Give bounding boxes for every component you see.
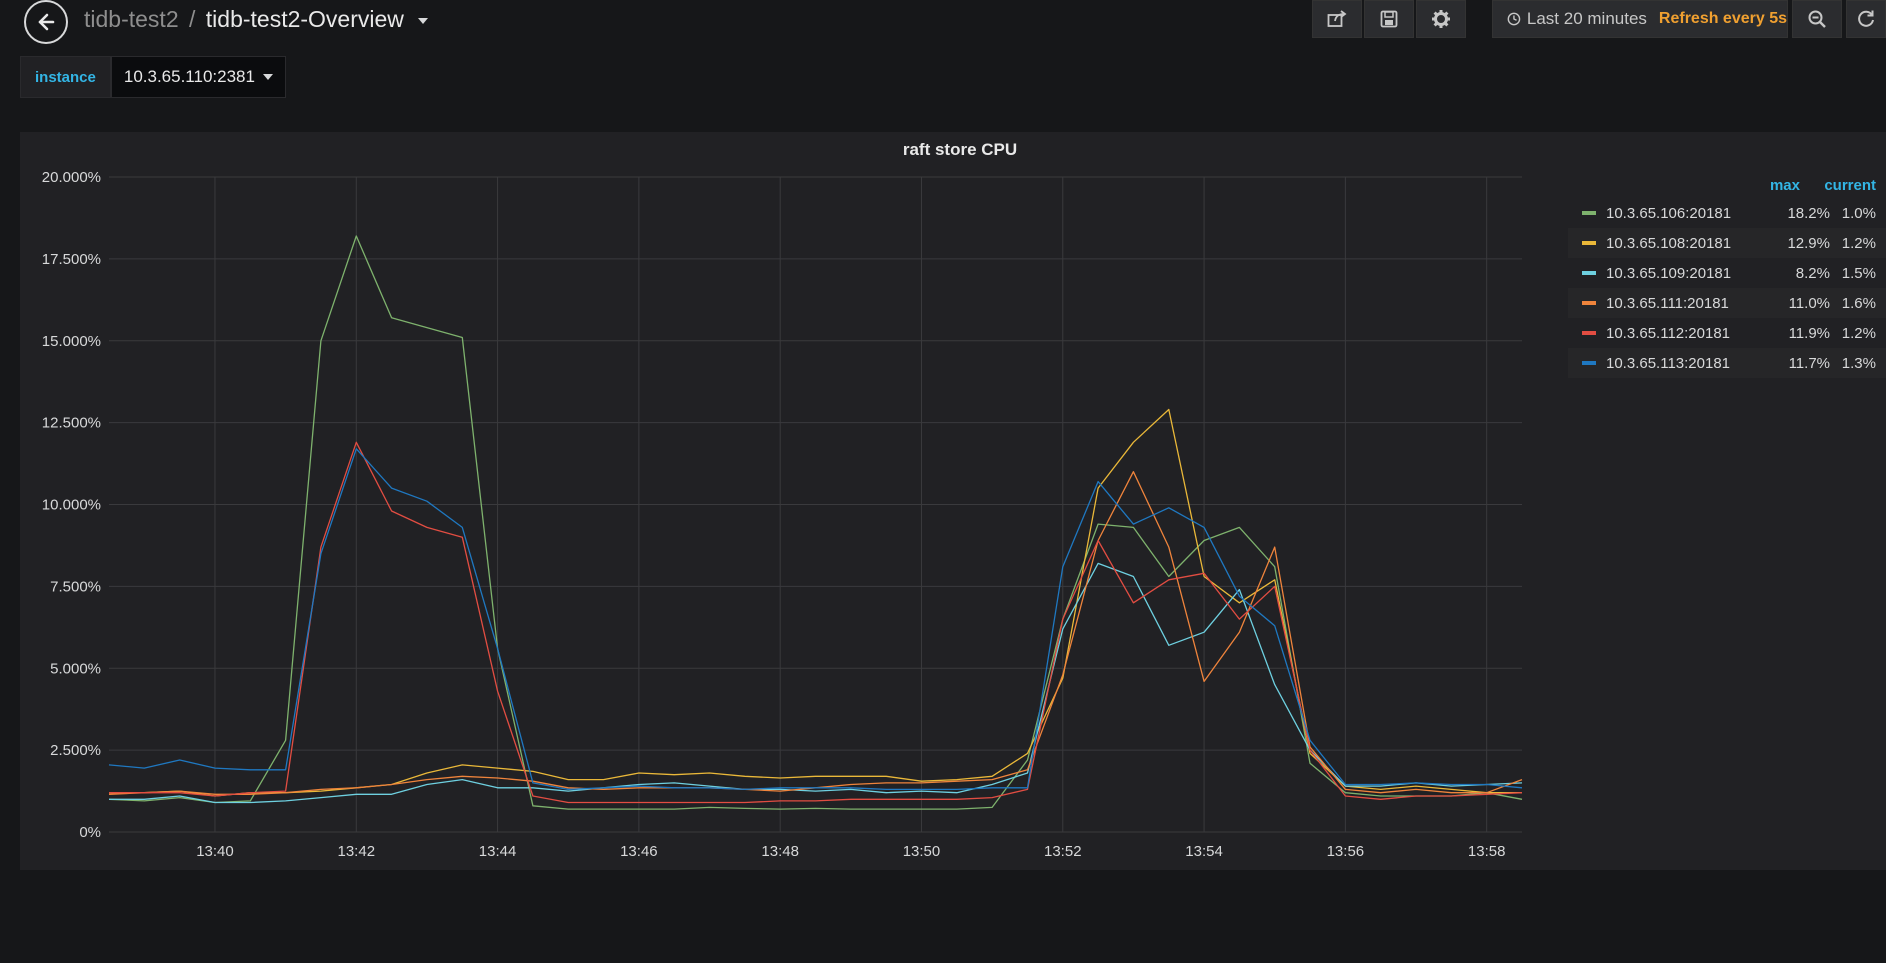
legend-swatch[interactable]	[1582, 361, 1596, 365]
legend-item[interactable]: 10.3.65.113:20181 11.7% 1.3%	[1568, 348, 1886, 378]
instance-variable-select[interactable]: 10.3.65.110:2381	[110, 56, 286, 98]
save-icon	[1380, 10, 1398, 28]
legend-swatch[interactable]	[1582, 301, 1596, 305]
y-tick-label: 2.500%	[50, 742, 101, 759]
series-line-3[interactable]	[108, 471, 1523, 795]
y-tick-label: 12.500%	[42, 415, 101, 432]
time-picker[interactable]: Last 20 minutes Refresh every 5s	[1492, 0, 1788, 38]
y-tick-label: 15.000%	[42, 333, 101, 350]
y-tick-label: 7.500%	[50, 578, 101, 595]
x-tick-label: 13:48	[761, 843, 799, 860]
legend-col-current[interactable]: current	[1800, 177, 1886, 194]
legend-max-value: 11.7%	[1788, 354, 1830, 372]
template-variables: instance 10.3.65.110:2381	[20, 56, 286, 98]
back-button[interactable]	[24, 0, 68, 44]
legend: max current 10.3.65.106:20181 18.2% 1.0% 10…	[1568, 172, 1886, 378]
share-button[interactable]	[1312, 0, 1362, 38]
legend-max-value: 18.2%	[1787, 204, 1830, 222]
series-line-0[interactable]	[108, 235, 1523, 810]
refresh-icon	[1858, 10, 1874, 27]
legend-item[interactable]: 10.3.65.106:20181 18.2% 1.0%	[1568, 198, 1886, 228]
y-tick-label: 20.000%	[42, 169, 101, 186]
refresh-button[interactable]	[1846, 0, 1886, 38]
chevron-down-icon[interactable]	[418, 17, 429, 24]
save-button[interactable]	[1364, 0, 1414, 38]
series-line-1[interactable]	[109, 408, 1522, 797]
legend-series-name[interactable]: 10.3.65.109:20181	[1606, 265, 1770, 282]
dashboard-title[interactable]: tidb-test2-Overview	[206, 6, 404, 32]
share-icon	[1327, 10, 1347, 27]
legend-series-name[interactable]: 10.3.65.113:20181	[1606, 355, 1770, 372]
legend-item[interactable]: 10.3.65.112:20181 11.9% 1.2%	[1568, 318, 1886, 348]
y-tick-label: 5.000%	[50, 660, 101, 677]
refresh-interval: Refresh every 5s	[1658, 10, 1787, 27]
legend-series-name[interactable]: 10.3.65.111:20181	[1606, 295, 1770, 312]
legend-header: max current	[1568, 172, 1886, 198]
legend-current-value: 1.6%	[1841, 294, 1876, 312]
legend-series-name[interactable]: 10.3.65.108:20181	[1606, 235, 1770, 252]
legend-max-value: 11.9%	[1788, 324, 1830, 342]
legend-max-value: 12.9%	[1787, 234, 1830, 252]
legend-swatch[interactable]	[1582, 241, 1596, 245]
legend-col-max[interactable]: max	[1740, 177, 1800, 194]
legend-series-name[interactable]: 10.3.65.106:20181	[1606, 205, 1770, 222]
clock-icon	[1507, 12, 1521, 26]
time-range: Last 20 minutes	[1526, 9, 1647, 28]
y-tick-label: 0%	[79, 824, 101, 841]
legend-max-value: 11.0%	[1788, 294, 1830, 312]
legend-rows: 10.3.65.106:20181 18.2% 1.0% 10.3.65.108:20…	[1568, 198, 1886, 378]
x-tick-label: 13:50	[903, 843, 941, 860]
legend-max-value: 8.2%	[1795, 264, 1830, 282]
legend-series-name[interactable]: 10.3.65.112:20181	[1606, 325, 1770, 342]
x-tick-label: 13:42	[338, 843, 376, 860]
x-tick-label: 13:46	[620, 843, 658, 860]
legend-current-value: 1.3%	[1841, 354, 1876, 372]
legend-current-value: 1.5%	[1841, 264, 1876, 282]
x-tick-label: 13:44	[479, 843, 517, 860]
legend-swatch[interactable]	[1582, 271, 1596, 275]
series-line-2[interactable]	[109, 562, 1523, 804]
x-tick-label: 13:52	[1044, 843, 1082, 860]
legend-current-value: 1.2%	[1841, 324, 1876, 342]
zoom-out-icon	[1808, 10, 1826, 28]
arrow-left-icon	[38, 13, 55, 31]
breadcrumb-folder[interactable]: tidb-test2	[84, 6, 179, 32]
legend-item[interactable]: 10.3.65.109:20181 8.2% 1.5%	[1568, 258, 1886, 288]
zoom-out-button[interactable]	[1792, 0, 1842, 38]
x-tick-label: 13:56	[1327, 843, 1365, 860]
legend-item[interactable]: 10.3.65.108:20181 12.9% 1.2%	[1568, 228, 1886, 258]
x-tick-label: 13:58	[1468, 843, 1506, 860]
y-tick-label: 10.000%	[42, 497, 101, 514]
x-tick-label: 13:54	[1185, 843, 1223, 860]
settings-button[interactable]	[1416, 0, 1466, 38]
breadcrumb: tidb-test2 / tidb-test2-Overview	[84, 6, 429, 33]
series-line-4[interactable]	[109, 441, 1523, 804]
legend-swatch[interactable]	[1582, 211, 1596, 215]
instance-variable-label: instance	[20, 56, 111, 98]
legend-current-value: 1.2%	[1841, 234, 1876, 252]
instance-variable-value: 10.3.65.110:2381	[123, 67, 255, 86]
gear-icon	[1432, 10, 1450, 28]
legend-swatch[interactable]	[1582, 331, 1596, 335]
line-chart[interactable]: 0% 2.500% 5.000% 7.500% 10.000% 12.500% 15.000…	[20, 132, 1560, 870]
legend-current-value: 1.0%	[1841, 204, 1876, 222]
legend-item[interactable]: 10.3.65.111:20181 11.0% 1.6%	[1568, 288, 1886, 318]
chevron-down-icon	[262, 74, 273, 80]
graph-panel: raft store CPU 0% 2.500% 5.000% 7.500% 10.00…	[20, 132, 1886, 870]
breadcrumb-separator: /	[189, 6, 196, 32]
top-navbar: tidb-test2 / tidb-test2-Overview Last 20…	[0, 0, 1886, 44]
x-tick-label: 13:40	[196, 843, 234, 860]
series-line-5[interactable]	[108, 448, 1523, 791]
y-tick-label: 17.500%	[42, 251, 101, 268]
